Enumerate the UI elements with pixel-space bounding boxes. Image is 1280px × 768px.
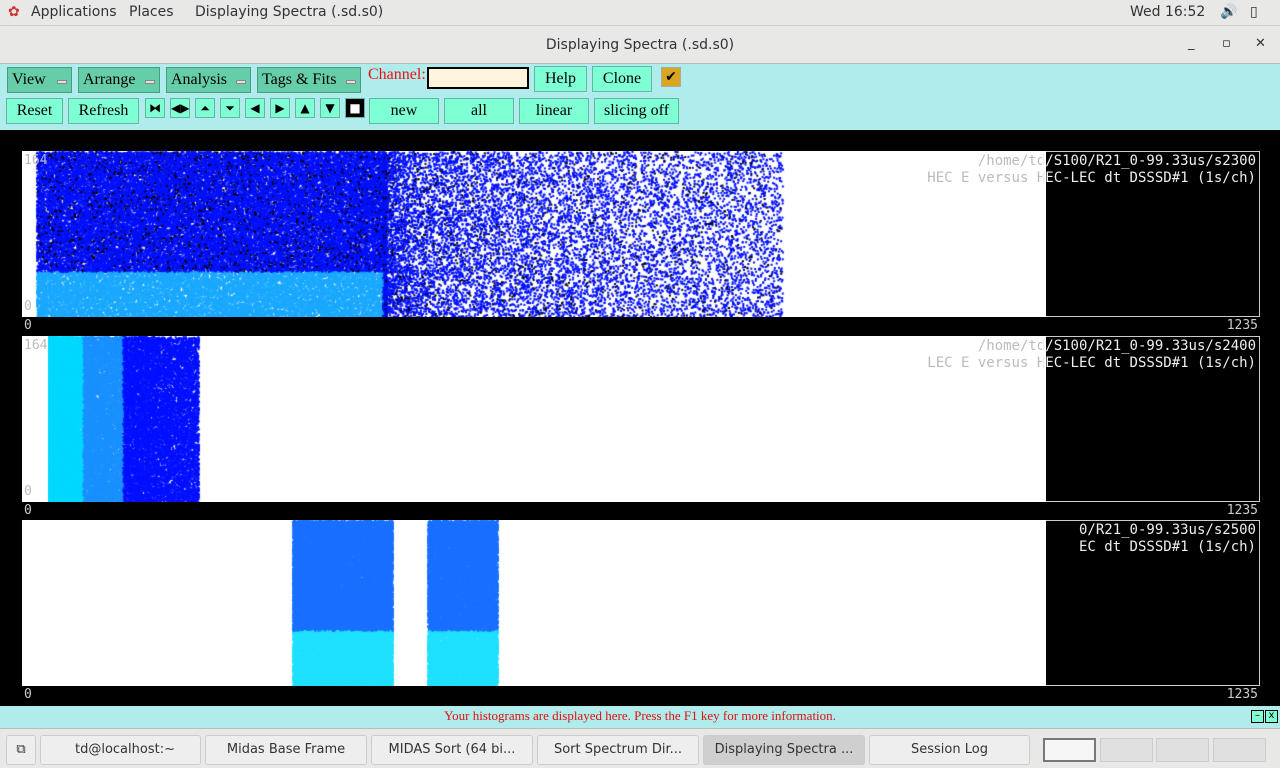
all-button[interactable]: all <box>444 98 514 124</box>
maximize-button[interactable]: ▫ <box>1222 36 1231 51</box>
applications-icon: ✿ <box>8 4 20 20</box>
close-button[interactable]: ✕ <box>1255 36 1266 51</box>
x-max-label: 1235 <box>1226 503 1258 518</box>
y-min-label: 0 <box>24 299 32 314</box>
status-bar: Your histograms are displayed here. Pres… <box>0 706 1280 728</box>
scroll-up-icon[interactable]: ▲ <box>295 98 315 118</box>
y-max-label: 164 <box>24 338 48 353</box>
clone-button[interactable]: Clone <box>592 66 652 92</box>
workspace-4[interactable] <box>1213 738 1266 762</box>
spectrum-path: 0/R21_0-99.33us/s2500 <box>1078 522 1256 538</box>
taskbar-item-sort-spectrum[interactable]: Sort Spectrum Dir... <box>537 735 699 765</box>
x-min-label: 0 <box>24 318 32 333</box>
full-view-icon[interactable]: ■ <box>345 98 365 118</box>
y-min-label: 0 <box>24 484 32 499</box>
spectrum-panel-1[interactable]: /home/td/S100/R21_0-99.33us/s2300 /home/… <box>22 151 1260 333</box>
view-label: View <box>12 71 46 88</box>
scatter-plot-3[interactable] <box>22 520 1046 686</box>
x-max-label: 1235 <box>1226 318 1258 333</box>
clock[interactable]: Wed 16:52 <box>1130 4 1205 20</box>
y-max-label: 164 <box>24 153 48 168</box>
minimize-status-button[interactable]: – <box>1251 710 1264 723</box>
x-min-label: 0 <box>24 503 32 518</box>
linear-button[interactable]: linear <box>519 98 589 124</box>
spectrum-panel-2[interactable]: /home/td/S100/R21_0-99.33us/s2400 /home/… <box>22 336 1260 518</box>
spectrum-description: EC dt DSSSD#1 (1s/ch) <box>1078 539 1256 555</box>
expand-y-icon[interactable]: ⏶ <box>195 98 215 118</box>
channel-label: Channel: <box>368 66 426 83</box>
new-button[interactable]: new <box>369 98 439 124</box>
workspace-1[interactable] <box>1043 738 1096 762</box>
scatter-plot-2[interactable] <box>22 336 1046 502</box>
taskbar-item-session-log[interactable]: Session Log <box>869 735 1030 765</box>
tags-fits-label: Tags & Fits <box>262 71 337 88</box>
analysis-menu[interactable]: Analysis <box>166 67 251 93</box>
volume-icon[interactable]: 🔊 <box>1220 4 1237 20</box>
shrink-y-icon[interactable]: ⏷ <box>220 98 240 118</box>
applications-menu[interactable]: Applications <box>31 4 117 20</box>
workspace-3[interactable] <box>1156 738 1209 762</box>
workspace-2[interactable] <box>1100 738 1153 762</box>
channel-input[interactable] <box>427 67 529 89</box>
tags-fits-menu[interactable]: Tags & Fits <box>257 67 361 93</box>
battery-icon[interactable]: ▯ <box>1250 4 1258 20</box>
system-top-bar: ✿ Applications Places Displaying Spectra… <box>0 0 1280 26</box>
spectrum-panel-3[interactable]: 0/R21_0-99.33us/s2500 EC dt DSSSD#1 (1s/… <box>22 520 1260 702</box>
show-desktop-button[interactable]: ⧉ <box>6 735 36 765</box>
taskbar-item-terminal[interactable]: td@localhost:~ <box>40 735 201 765</box>
minimize-button[interactable]: _ <box>1188 36 1195 51</box>
refresh-button[interactable]: Refresh <box>68 98 139 124</box>
arrange-menu[interactable]: Arrange <box>78 67 160 93</box>
taskbar-label: td@localhost:~ <box>75 742 175 757</box>
taskbar-item-midas-sort[interactable]: MIDAS Sort (64 bi... <box>371 735 533 765</box>
slicing-button[interactable]: slicing off <box>594 98 679 124</box>
view-menu[interactable]: View <box>7 67 72 93</box>
reset-button[interactable]: Reset <box>6 98 63 124</box>
scroll-right-icon[interactable]: ▶ <box>270 98 290 118</box>
arrange-label: Arrange <box>83 71 136 88</box>
taskbar-item-displaying-spectra[interactable]: Displaying Spectra ... <box>703 735 865 765</box>
x-max-label: 1235 <box>1226 687 1258 702</box>
analysis-label: Analysis <box>171 71 227 88</box>
close-status-button[interactable]: x <box>1265 710 1278 723</box>
scatter-plot-1[interactable] <box>22 151 1046 317</box>
window-title: Displaying Spectra (.sd.s0) <box>545 37 735 53</box>
expand-x-icon[interactable]: ⧓ <box>145 98 165 118</box>
help-button[interactable]: Help <box>534 66 587 92</box>
shrink-x-icon[interactable]: ◀▶ <box>170 98 190 118</box>
taskbar-item-midas-base[interactable]: Midas Base Frame <box>205 735 367 765</box>
scroll-left-icon[interactable]: ◀ <box>245 98 265 118</box>
enable-checkbox[interactable]: ✔ <box>661 67 681 87</box>
x-min-label: 0 <box>24 687 32 702</box>
active-window-menu[interactable]: Displaying Spectra (.sd.s0) <box>195 4 383 20</box>
taskbar: ⧉ td@localhost:~ Midas Base Frame MIDAS … <box>0 728 1280 768</box>
places-menu[interactable]: Places <box>129 4 174 20</box>
window-titlebar: Displaying Spectra (.sd.s0) _ ▫ ✕ <box>0 26 1280 64</box>
scroll-down-icon[interactable]: ▼ <box>320 98 340 118</box>
